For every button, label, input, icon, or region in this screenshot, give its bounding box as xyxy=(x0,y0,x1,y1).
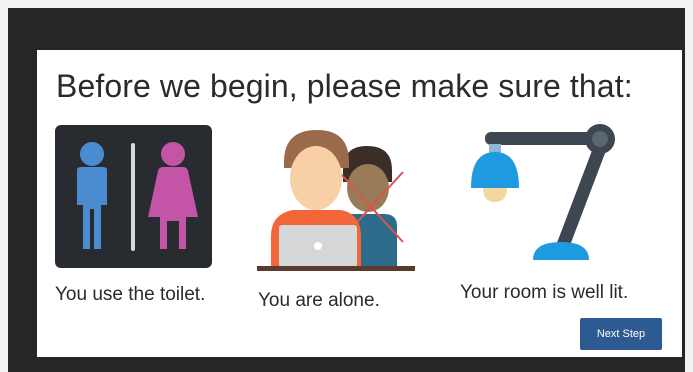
alone-person-icon xyxy=(257,122,417,274)
requirement-caption-toilet: You use the toilet. xyxy=(55,284,206,305)
requirement-caption-light: Your room is well lit. xyxy=(460,282,629,303)
desk-lamp-icon xyxy=(457,122,617,268)
page-title: Before we begin, please make sure that: xyxy=(56,68,633,104)
instructions-card: Before we begin, please make sure that: xyxy=(37,50,682,357)
restroom-icon xyxy=(55,125,212,268)
dark-frame: Before we begin, please make sure that: xyxy=(8,8,685,372)
next-step-button[interactable]: Next Step xyxy=(580,318,662,350)
requirement-caption-alone: You are alone. xyxy=(258,290,380,311)
